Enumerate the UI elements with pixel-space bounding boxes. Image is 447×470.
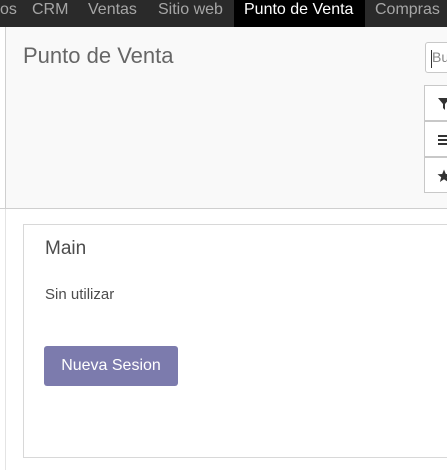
search-caret: [431, 50, 432, 68]
page-title: Punto de Venta: [23, 43, 174, 68]
group-by-icon: [438, 135, 447, 145]
nav-item-crm[interactable]: CRM: [32, 0, 68, 27]
search-input[interactable]: Bu: [425, 42, 447, 73]
card-status: Sin utilizar: [45, 286, 115, 303]
group-by-button[interactable]: [424, 121, 447, 157]
top-navbar: os CRM Ventas Sitio web Punto de Venta C…: [0, 0, 447, 27]
nav-item-ventas[interactable]: Ventas: [88, 0, 137, 27]
favorites-button[interactable]: [424, 157, 447, 193]
divider: [5, 209, 6, 470]
card-title: Main: [45, 238, 87, 259]
filter-button[interactable]: [424, 85, 447, 121]
filter-icon: [438, 98, 447, 110]
nav-item-sitio-web[interactable]: Sitio web: [158, 0, 223, 27]
pos-config-card: [23, 224, 447, 458]
nav-item-punto-de-venta[interactable]: Punto de Venta: [234, 0, 365, 27]
favorite-star-icon: [437, 169, 447, 182]
nav-item-compras[interactable]: Compras: [375, 0, 440, 27]
new-session-button[interactable]: Nueva Sesion: [44, 346, 178, 386]
left-border: [0, 27, 6, 208]
nav-item-truncated[interactable]: os: [0, 0, 17, 27]
